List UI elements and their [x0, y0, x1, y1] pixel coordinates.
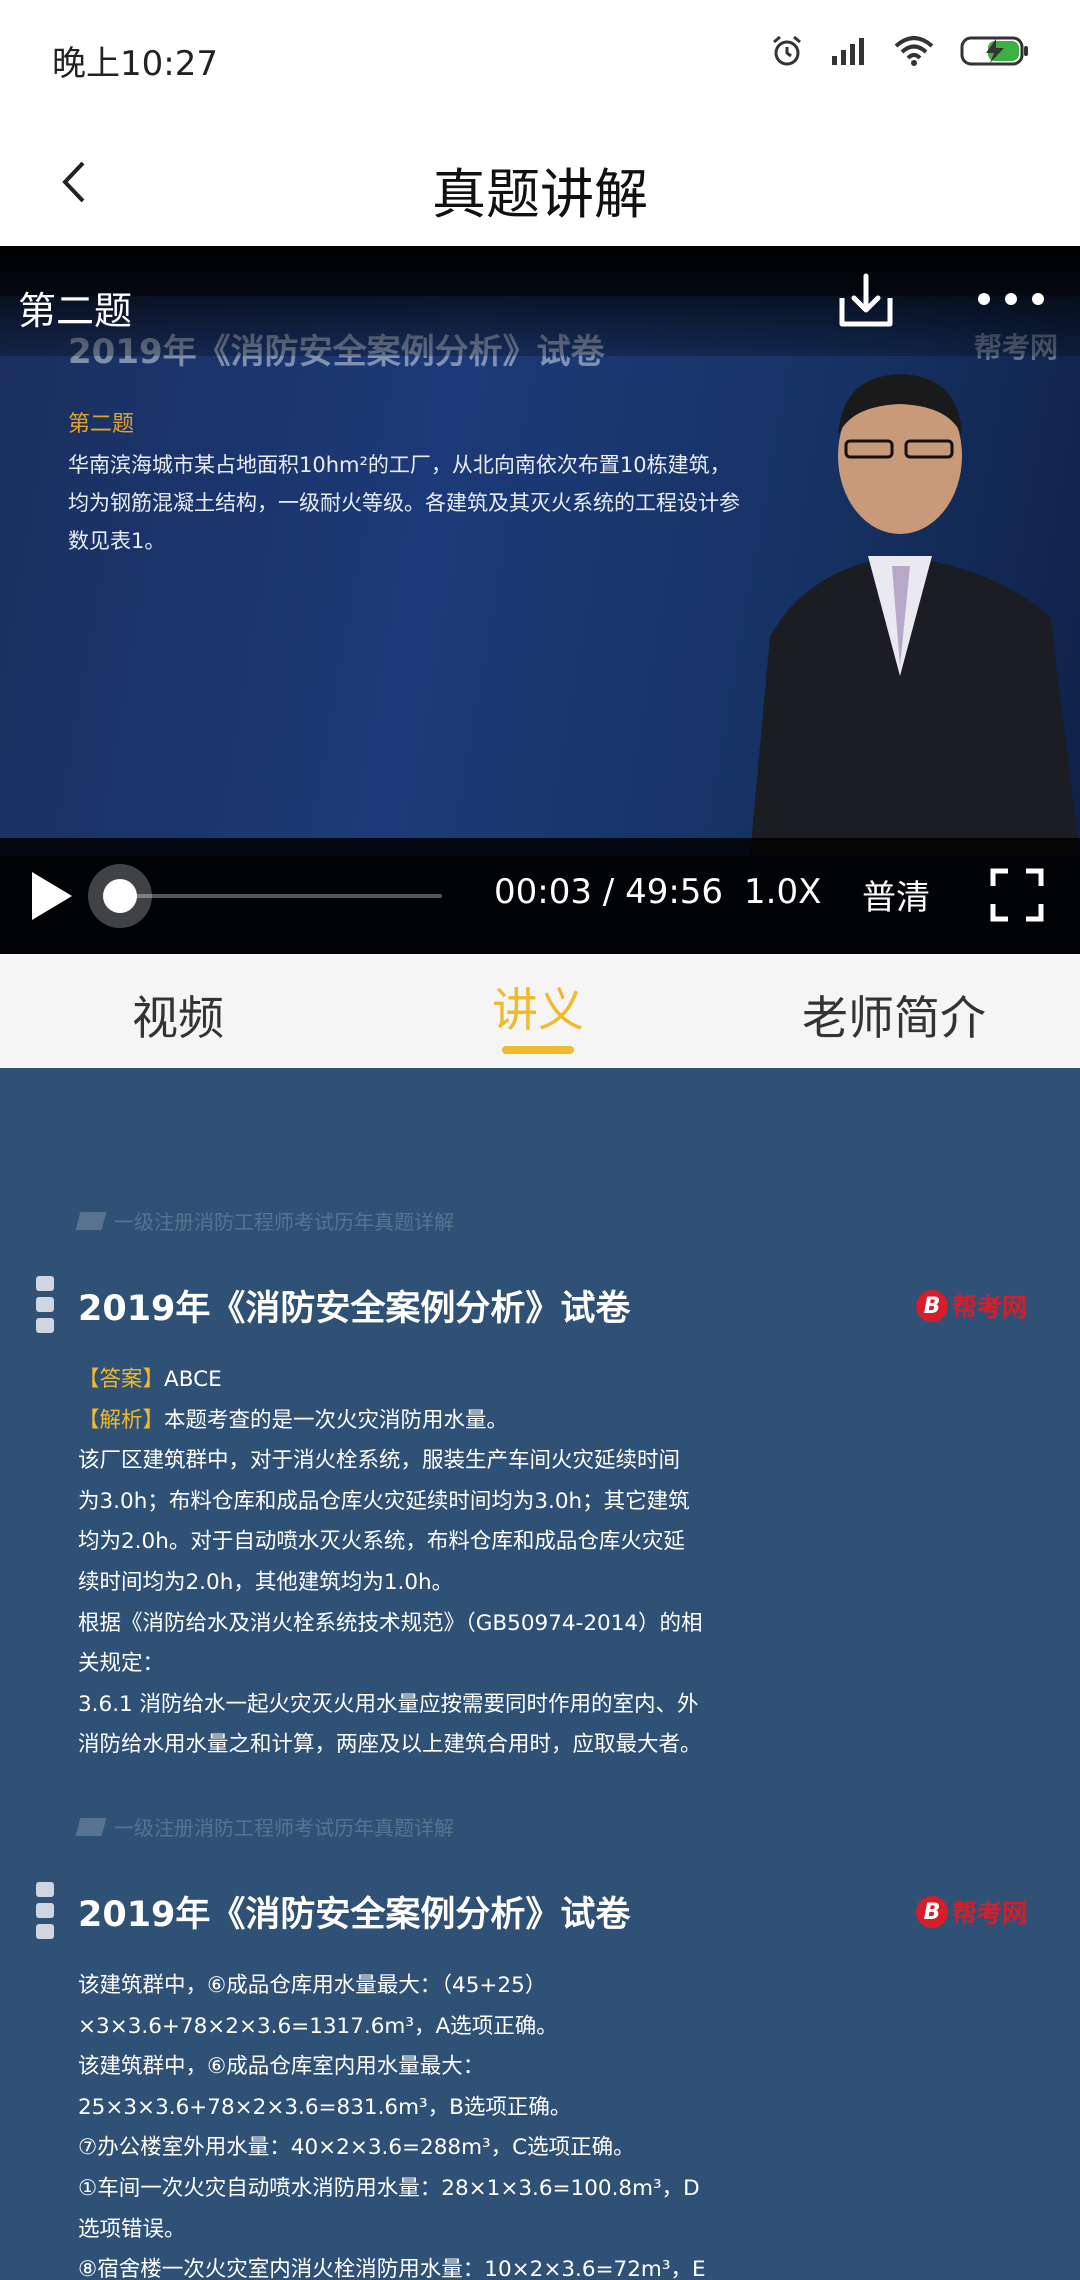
body-line: ⑦办公楼室外用水量：40×2×3.6=288m³，C选项正确。 [78, 2135, 635, 2161]
seek-bar[interactable] [88, 864, 442, 928]
playback-time: 00:03 / 49:56 [494, 872, 723, 912]
battery-charging-icon [960, 36, 1028, 66]
teacher-image [750, 374, 1080, 856]
body-line: 根据《消防给水及消火栓系统技术规范》（GB50974-2014）的相 [78, 1610, 703, 1636]
page-title: 真题讲解 [432, 163, 648, 226]
body-line: ⑧宿舍楼一次火灾室内消火栓消防用水量：10×2×3.6=72m³，E [78, 2257, 706, 2280]
video-question-label: 第二题 [18, 289, 133, 333]
quality-button[interactable]: 普清 [862, 870, 930, 919]
body-line: 该厂区建筑群中，对于消火栓系统，服装生产车间火灾延续时间 [78, 1448, 681, 1474]
video-player[interactable]: 2019年《消防安全案例分析》试卷 帮考网 第二题 华南滨海城市某占地面积10h… [0, 246, 1080, 954]
body-line: 续时间均为2.0h，其他建筑均为1.0h。 [78, 1569, 454, 1595]
page-marker-icon [36, 1276, 54, 1333]
page-marker-icon [36, 1882, 54, 1939]
status-icons [770, 34, 1030, 68]
body-line: 3.6.1 消防给水一起火灾灭火用水量应按需要同时作用的室内、外 [78, 1691, 699, 1717]
analysis-tag: 【解析】 [78, 1407, 165, 1433]
body-line: 该建筑群中，⑥成品仓库用水量最大：（45+25） [78, 1973, 547, 1998]
bangkao-logo: B 帮考网 [916, 1288, 1027, 1324]
video-frame[interactable]: 2019年《消防安全案例分析》试卷 帮考网 第二题 华南滨海城市某占地面积10h… [0, 296, 1080, 856]
video-top-bar: 第二题 [0, 246, 1080, 356]
analysis-text: 本题考查的是一次火灾消防用水量。 [164, 1407, 509, 1433]
body-line: 关规定： [78, 1651, 165, 1677]
tab-video[interactable]: 视频 [132, 982, 224, 1048]
handout-content[interactable]: 一级注册消防工程师考试历年真题详解 2019年《消防安全案例分析》试卷 B 帮考网… [0, 1068, 1080, 2280]
tab-teacher-intro[interactable]: 老师简介 [802, 982, 986, 1048]
active-tab-indicator [502, 1046, 574, 1054]
download-icon[interactable] [834, 268, 898, 332]
body-line: 消防给水用水量之和计算，两座及以上建筑合用时，应取最大者。 [78, 1732, 702, 1758]
playback-speed-button[interactable]: 1.0X [744, 872, 821, 912]
fullscreen-icon[interactable] [990, 868, 1044, 922]
tab-bar: 视频 讲义 老师简介 [0, 954, 1080, 1068]
more-options-button[interactable] [978, 286, 1044, 312]
slide-question-label: 第二题 [68, 412, 135, 437]
current-time: 00:03 [494, 872, 592, 912]
play-icon[interactable] [26, 868, 76, 924]
tab-handout[interactable]: 讲义 [492, 974, 584, 1040]
body-line: 25×3×3.6+78×2×3.6=831.6m³，B选项正确。 [78, 2094, 572, 2120]
signal-icon [832, 38, 864, 65]
total-time: 49:56 [625, 872, 724, 912]
time-separator: / [602, 872, 615, 912]
answer-tag: 【答案】 [78, 1367, 165, 1392]
app-header: 真题讲解 [0, 118, 1080, 246]
handout-page-title: 2019年《消防安全案例分析》试卷 [78, 1895, 631, 1935]
bangkao-logo: B 帮考网 [916, 1894, 1027, 1930]
handout-body: 该建筑群中，⑥成品仓库用水量最大：（45+25） ×3×3.6+78×2×3.6… [78, 1966, 778, 2280]
body-line: 该建筑群中，⑥成品仓库室内用水量最大： [78, 2054, 485, 2080]
handout-watermark: 一级注册消防工程师考试历年真题详解 [75, 1812, 454, 1841]
status-bar: 晚上10:27 [0, 0, 1080, 118]
seek-bar-thumb[interactable] [88, 864, 152, 928]
body-line: 为3.0h；布料仓库和成品仓库火灾延续时间均为3.0h；其它建筑 [78, 1488, 690, 1514]
body-line: 均为2.0h。对于自动喷水灭火系统，布料仓库和成品仓库火灾延 [78, 1529, 685, 1555]
body-line: ×3×3.6+78×2×3.6=1317.6m³，A选项正确。 [78, 2013, 558, 2039]
status-time: 晚上10:27 [52, 44, 218, 84]
alarm-icon [773, 35, 801, 66]
handout-page-title: 2019年《消防安全案例分析》试卷 [78, 1289, 631, 1329]
slide-text: 华南滨海城市某占地面积10hm²的工厂，从北向南依次布置10栋建筑，均为钢筋混凝… [68, 453, 740, 553]
handout-watermark: 一级注册消防工程师考试历年真题详解 [75, 1206, 454, 1235]
body-line: 选项错误。 [78, 2216, 186, 2242]
body-line: ①车间一次火灾自动喷水消防用水量：28×1×3.6=100.8m³，D [78, 2175, 700, 2201]
wifi-icon [894, 36, 934, 66]
answer-text: ABCE [164, 1367, 222, 1392]
handout-body: 【答案】ABCE 【解析】本题考查的是一次火灾消防用水量。 该厂区建筑群中，对于… [78, 1360, 738, 1766]
video-controls: 00:03 / 49:56 1.0X 普清 [0, 838, 1080, 954]
